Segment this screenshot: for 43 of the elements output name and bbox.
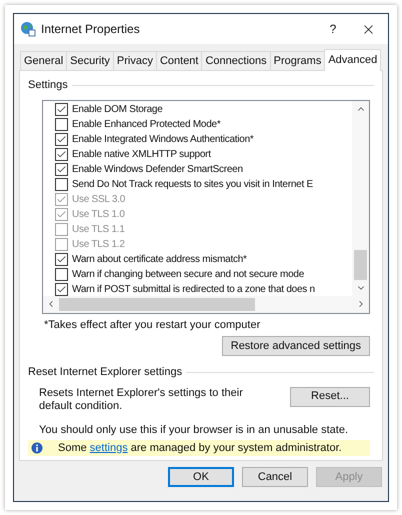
setting-label: Send Do Not Track requests to sites you visit in Internet E xyxy=(72,178,313,192)
setting-label: Enable DOM Storage xyxy=(72,102,163,116)
setting-label: Enable native XMLHTTP support xyxy=(72,148,211,162)
settings-link[interactable]: settings xyxy=(90,442,128,454)
setting-label: Warn if POST submittal is redirected to a zone that does n xyxy=(72,282,315,296)
checkbox[interactable] xyxy=(55,102,68,116)
checkbox[interactable] xyxy=(55,118,68,130)
scroll-thumb[interactable] xyxy=(354,250,367,280)
reset-description: Resets Internet Explorer's settings to their default condition. xyxy=(39,386,244,412)
globe-icon xyxy=(20,21,36,37)
setting-label: Enable Enhanced Protected Mode* xyxy=(72,118,220,132)
reset-warning: You should only use this if your browser is in an unusable state. xyxy=(39,422,349,438)
setting-label: Use TLS 1.2 xyxy=(72,238,125,252)
restore-button[interactable]: Restore advanced settings xyxy=(222,336,370,356)
horizontal-scrollbar[interactable] xyxy=(43,296,369,312)
info-icon xyxy=(31,442,43,454)
setting-label: Use TLS 1.0 xyxy=(72,208,125,222)
setting-label: Warn if changing between secure and not secure mode xyxy=(72,268,304,282)
checkbox[interactable] xyxy=(55,268,68,280)
tab[interactable]: General xyxy=(20,51,68,70)
setting-label: Enable Integrated Windows Authentication* xyxy=(72,132,254,146)
group-title: Reset Internet Explorer settings xyxy=(28,365,182,380)
checkbox[interactable] xyxy=(55,162,68,176)
dialog-button[interactable]: Cancel xyxy=(242,467,308,487)
vertical-scrollbar[interactable] xyxy=(352,100,369,296)
setting-label: Enable Windows Defender SmartScreen xyxy=(72,162,243,176)
checkbox[interactable] xyxy=(55,132,68,146)
setting-label: Warn about certificate address mismatch* xyxy=(72,252,247,266)
reset-button[interactable]: Reset... xyxy=(290,386,370,406)
group-title: Settings xyxy=(28,78,68,93)
checkbox[interactable] xyxy=(55,282,68,296)
setting-label: Use SSL 3.0 xyxy=(72,192,126,206)
info-text: Some settings are managed by your system administrator. xyxy=(58,440,342,456)
window-title: Internet Properties xyxy=(41,21,140,38)
setting-label: Use TLS 1.1 xyxy=(72,222,125,236)
scroll-thumb[interactable] xyxy=(59,298,255,310)
footnote: *Takes effect after you restart your computer xyxy=(44,318,262,332)
dialog-button[interactable]: OK xyxy=(168,467,234,487)
checkbox[interactable] xyxy=(55,178,68,190)
checkbox[interactable] xyxy=(55,252,68,266)
checkbox[interactable] xyxy=(55,148,68,160)
tab[interactable]: Advanced xyxy=(324,49,382,71)
help-button[interactable]: ? xyxy=(318,15,348,43)
